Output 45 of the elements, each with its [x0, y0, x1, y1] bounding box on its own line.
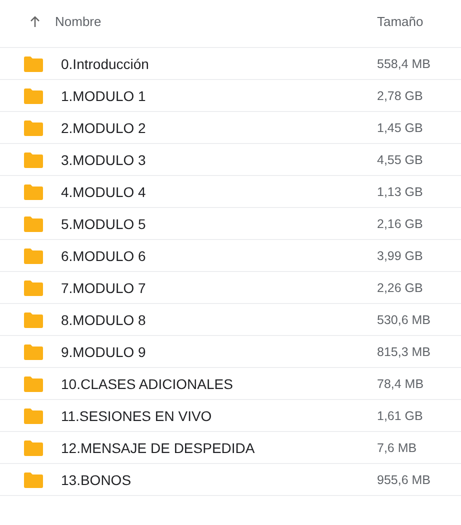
file-size: 1,45 GB — [377, 120, 424, 134]
file-size: 2,16 GB — [377, 216, 424, 230]
folder-icon — [24, 120, 43, 136]
folder-name[interactable]: 4.MODULO 4 — [61, 184, 377, 200]
file-size: 955,6 MB — [377, 472, 432, 486]
folder-icon — [24, 440, 43, 456]
folder-icon — [24, 248, 43, 264]
folder-name[interactable]: 11.SESIONES EN VIVO — [61, 408, 377, 424]
folder-name[interactable]: 6.MODULO 6 — [61, 248, 377, 264]
file-size: 815,3 MB — [377, 344, 432, 358]
folder-icon — [24, 376, 43, 392]
folder-name[interactable]: 9.MODULO 9 — [61, 344, 377, 360]
file-size: 530,6 MB — [377, 312, 432, 326]
file-size: 1,61 GB — [377, 408, 424, 422]
folder-icon — [24, 472, 43, 488]
folder-name[interactable]: 1.MODULO 1 — [61, 88, 377, 104]
file-size: 558,4 MB — [377, 56, 432, 70]
folder-name[interactable]: 13.BONOS — [61, 472, 377, 488]
folder-name[interactable]: 12.MENSAJE DE DESPEDIDA — [61, 440, 377, 456]
folder-name[interactable]: 3.MODULO 3 — [61, 152, 377, 168]
folder-name[interactable]: 8.MODULO 8 — [61, 312, 377, 328]
file-size: 78,4 MB — [377, 376, 425, 390]
folder-name[interactable]: 0.Introducción — [61, 56, 377, 72]
folder-icon — [24, 88, 43, 104]
file-size: 3,99 GB — [377, 248, 424, 262]
sort-arrow-icon[interactable] — [30, 16, 40, 28]
folder-icon — [24, 280, 43, 296]
folder-icon — [24, 184, 43, 200]
folder-icon — [24, 216, 43, 232]
folder-name[interactable]: 5.MODULO 5 — [61, 216, 377, 232]
file-size: 4,55 GB — [377, 152, 424, 166]
folder-icon — [24, 312, 43, 328]
folder-name[interactable]: 10.CLASES ADICIONALES — [61, 376, 377, 392]
folder-name[interactable]: 2.MODULO 2 — [61, 120, 377, 136]
name-column-header[interactable]: Nombre — [55, 14, 377, 29]
file-size: 1,13 GB — [377, 184, 424, 198]
file-size: 2,78 GB — [377, 88, 424, 102]
folder-name[interactable]: 7.MODULO 7 — [61, 280, 377, 296]
file-size: 7,6 MB — [377, 440, 418, 454]
folder-icon — [24, 56, 43, 72]
folder-icon — [24, 408, 43, 424]
file-size: 2,26 GB — [377, 280, 424, 294]
size-column-header[interactable]: Tamaño — [377, 14, 461, 29]
folder-icon — [24, 152, 43, 168]
folder-icon — [24, 344, 43, 360]
